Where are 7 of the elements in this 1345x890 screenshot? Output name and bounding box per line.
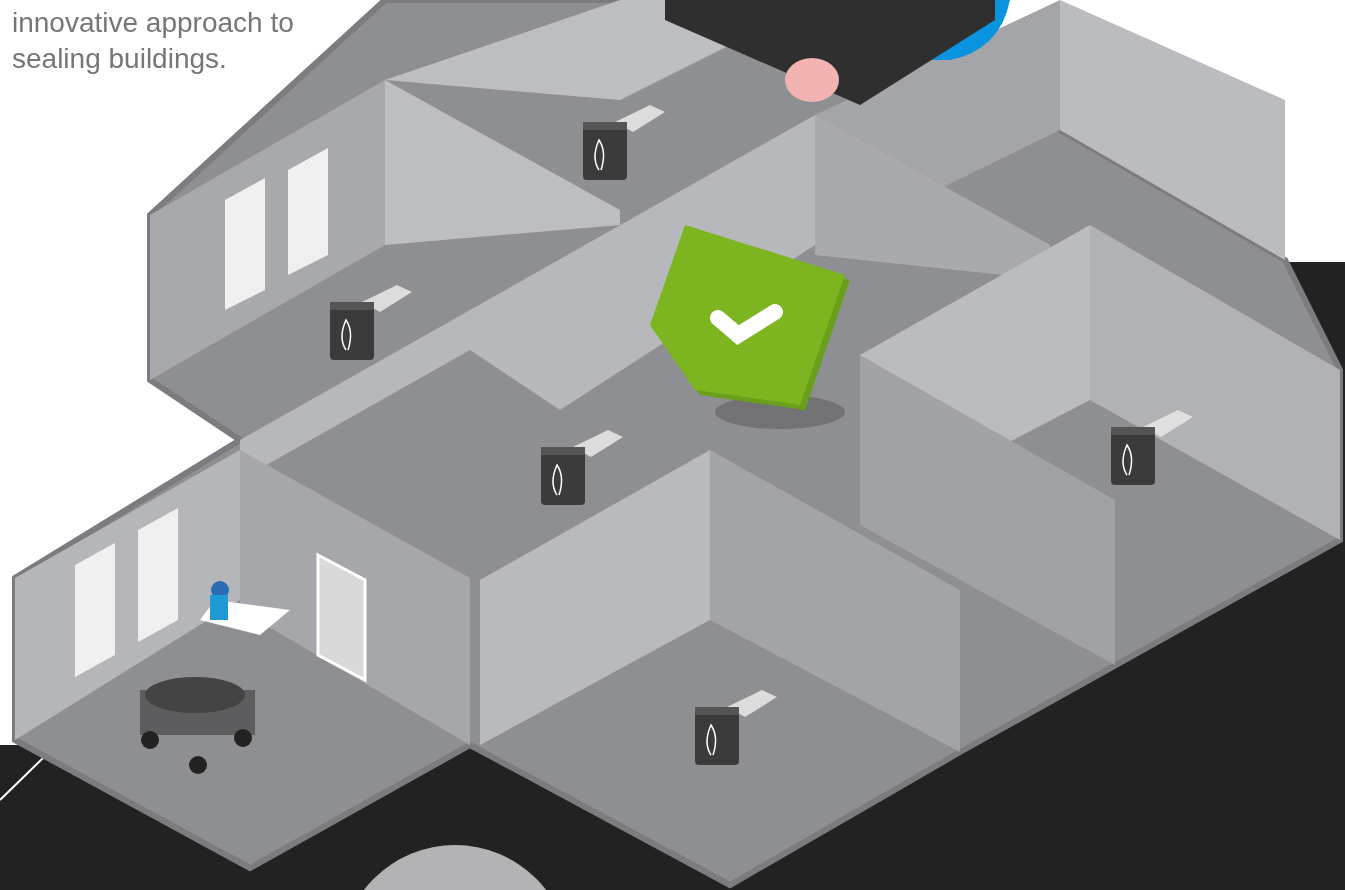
dehumidifier-icon <box>695 690 777 765</box>
dehumidifier-icon <box>541 430 623 505</box>
dehumidifier-icon <box>1111 410 1193 485</box>
intro-text: innovative approach to sealing buildings. <box>11 6 295 76</box>
dehumidifier-icon <box>330 285 412 360</box>
dehumidifier-icon <box>583 105 665 180</box>
shield-check-icon <box>650 225 850 429</box>
